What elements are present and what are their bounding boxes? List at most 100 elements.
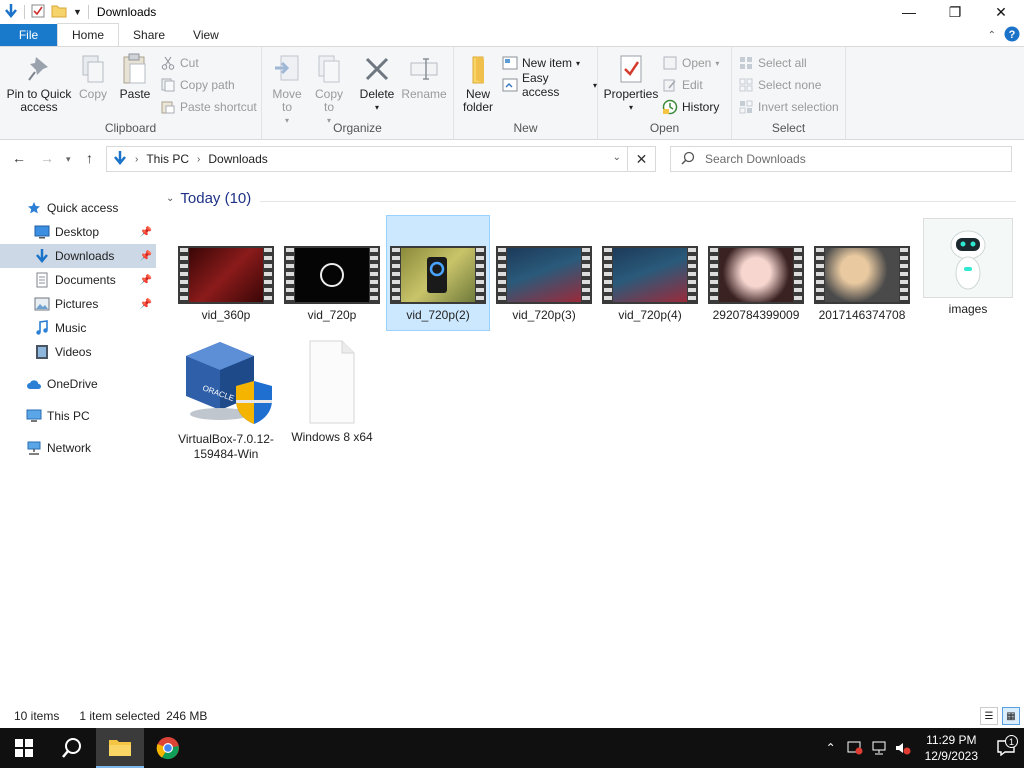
network-status-icon[interactable] xyxy=(867,741,891,755)
ribbon-tabs: File Home Share View ⌃ ? xyxy=(0,23,1024,46)
maximize-button[interactable]: ❐ xyxy=(932,0,978,24)
recent-locations-chevron-icon[interactable]: ▾ xyxy=(66,154,71,165)
details-view-icon[interactable]: ☰ xyxy=(980,707,998,725)
close-button[interactable]: ✕ xyxy=(978,0,1024,24)
history-button[interactable]: History xyxy=(662,98,719,116)
windows-logo-icon xyxy=(15,739,33,757)
up-arrow-icon[interactable]: ↑ xyxy=(86,150,93,166)
delete-button[interactable]: Delete ▾ xyxy=(358,53,396,114)
chevron-up-icon[interactable]: ⌃ xyxy=(988,30,996,41)
tab-view[interactable]: View xyxy=(179,24,233,46)
breadcrumb-downloads[interactable]: Downloads xyxy=(208,152,267,166)
file-item-image[interactable]: images xyxy=(916,218,1020,317)
video-thumbnail xyxy=(390,246,486,304)
chrome-taskbar-button[interactable] xyxy=(144,728,192,768)
chevron-down-icon[interactable]: ▼ xyxy=(73,7,82,17)
group-header-today[interactable]: ⌄ Today (10) xyxy=(166,190,251,207)
paste-shortcut-icon xyxy=(160,99,176,115)
help-icon[interactable]: ? xyxy=(1004,26,1020,45)
paste-button[interactable]: Paste xyxy=(116,53,154,101)
minimize-button[interactable]: — xyxy=(886,0,932,24)
select-group-label: Select xyxy=(771,121,806,135)
select-all-icon xyxy=(738,55,754,71)
properties-icon[interactable] xyxy=(31,4,45,21)
pictures-icon xyxy=(34,296,50,312)
select-group: Select all Select none Invert selection … xyxy=(732,47,846,139)
new-folder-button[interactable]: New folder xyxy=(460,53,496,114)
invert-selection-button[interactable]: Invert selection xyxy=(738,98,839,116)
open-button[interactable]: Open ▾ xyxy=(662,54,719,72)
search-input[interactable]: Search Downloads xyxy=(705,152,806,166)
breadcrumb-chevron-icon[interactable]: › xyxy=(197,154,200,165)
file-item-video[interactable]: 2920784399009 xyxy=(704,246,808,323)
address-dropdown-icon[interactable]: ⌄ xyxy=(613,152,621,163)
file-item-installer[interactable]: ORACLE VirtualBox-7.0.12-159484-Win xyxy=(174,336,278,462)
nav-documents[interactable]: Documents 📌 xyxy=(0,268,156,292)
select-all-button[interactable]: Select all xyxy=(738,54,807,72)
forward-arrow-icon[interactable]: → xyxy=(40,150,54,166)
new-folder-icon[interactable] xyxy=(51,4,67,21)
file-item-video[interactable]: vid_720p xyxy=(280,246,384,323)
nav-videos[interactable]: Videos xyxy=(0,340,156,364)
nav-onedrive[interactable]: OneDrive xyxy=(0,372,156,396)
breadcrumb-this-pc[interactable]: This PC xyxy=(146,152,189,166)
tab-home[interactable]: Home xyxy=(57,23,120,46)
move-to-button[interactable]: Move to ▾ xyxy=(268,53,306,127)
tab-share[interactable]: Share xyxy=(119,24,179,46)
pin-to-quick-access-button[interactable]: Pin to Quick access xyxy=(6,53,72,114)
svg-text:?: ? xyxy=(1009,29,1016,41)
file-item-document[interactable]: Windows 8 x64 xyxy=(280,338,384,445)
file-item-video[interactable]: vid_720p(3) xyxy=(492,246,596,323)
back-arrow-icon[interactable]: ← xyxy=(12,150,26,166)
easy-access-button[interactable]: Easy access ▾ xyxy=(502,71,597,99)
tab-file[interactable]: File xyxy=(0,24,57,46)
nav-music[interactable]: Music xyxy=(0,316,156,340)
file-item-video[interactable]: 2017146374708 xyxy=(810,246,914,323)
nav-downloads[interactable]: Downloads 📌 xyxy=(0,244,156,268)
file-explorer-taskbar-button[interactable] xyxy=(96,728,144,768)
address-bar[interactable]: › This PC › Downloads ⌄ ✕ xyxy=(106,146,656,172)
nav-pictures[interactable]: Pictures 📌 xyxy=(0,292,156,316)
pin-icon[interactable]: 📌 xyxy=(140,299,152,310)
nav-desktop[interactable]: Desktop 📌 xyxy=(0,220,156,244)
system-tray: ⌃ 11:29 PM 12/9/2023 1 xyxy=(819,728,1024,768)
search-taskbar-button[interactable] xyxy=(48,728,96,768)
nav-quick-access[interactable]: Quick access xyxy=(0,196,156,220)
nav-network[interactable]: Network xyxy=(0,436,156,460)
ribbon-right-icons: ⌃ ? xyxy=(988,26,1020,45)
pin-icon[interactable]: 📌 xyxy=(140,227,152,238)
clipboard-group-label: Clipboard xyxy=(104,121,157,135)
large-icons-view-icon[interactable]: ▦ xyxy=(1002,707,1020,725)
copy-path-button[interactable]: Copy path xyxy=(160,76,235,94)
properties-button[interactable]: Properties ▾ xyxy=(604,53,658,114)
copy-to-button[interactable]: Copy to ▾ xyxy=(310,53,348,127)
video-thumbnail xyxy=(496,246,592,304)
new-item-button[interactable]: New item ▾ xyxy=(502,54,580,72)
clock[interactable]: 11:29 PM 12/9/2023 xyxy=(925,732,978,764)
copy-button[interactable]: Copy xyxy=(76,53,110,101)
open-icon xyxy=(662,55,678,71)
breadcrumb-chevron-icon[interactable]: › xyxy=(135,154,138,165)
pin-icon[interactable]: 📌 xyxy=(140,275,152,286)
volume-muted-icon[interactable] xyxy=(891,741,915,755)
search-box[interactable]: Search Downloads xyxy=(670,146,1012,172)
file-item-video-selected[interactable]: vid_720p(2) xyxy=(386,215,490,331)
selection-size: 246 MB xyxy=(166,709,208,723)
clear-address-icon[interactable]: ✕ xyxy=(627,147,655,171)
nav-this-pc[interactable]: This PC xyxy=(0,404,156,428)
cut-button[interactable]: Cut xyxy=(160,54,199,72)
video-thumbnail xyxy=(284,246,380,304)
chevron-up-icon[interactable]: ⌃ xyxy=(819,741,843,755)
rename-button[interactable]: Rename xyxy=(401,53,447,101)
new-item-icon xyxy=(502,55,518,71)
paste-shortcut-button[interactable]: Paste shortcut xyxy=(160,98,257,116)
security-warning-icon[interactable] xyxy=(843,741,867,755)
edit-button[interactable]: Edit xyxy=(662,76,703,94)
cloud-icon xyxy=(26,376,42,392)
select-none-button[interactable]: Select none xyxy=(738,76,821,94)
file-item-video[interactable]: vid_360p xyxy=(174,246,278,323)
start-button[interactable] xyxy=(0,728,48,768)
pin-icon[interactable]: 📌 xyxy=(140,251,152,262)
file-item-video[interactable]: vid_720p(4) xyxy=(598,246,702,323)
notifications-icon[interactable]: 1 xyxy=(988,735,1024,756)
